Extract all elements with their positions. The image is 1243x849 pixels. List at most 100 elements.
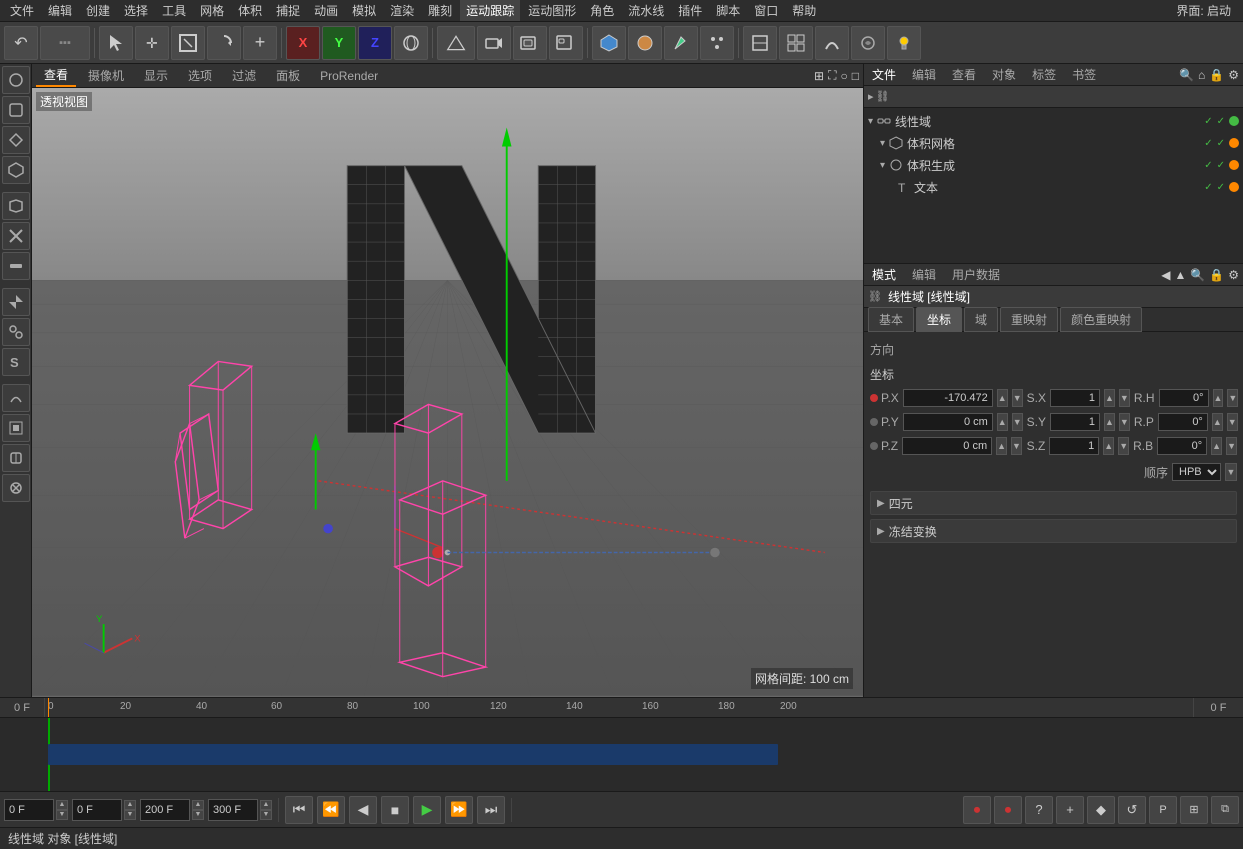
tl-add-key-btn[interactable]: + xyxy=(1056,796,1084,824)
menu-script[interactable]: 脚本 xyxy=(710,0,746,21)
tl-preview-down[interactable]: ▼ xyxy=(260,810,272,820)
z-axis-button[interactable]: Z xyxy=(358,26,392,60)
tl-goto-start[interactable]: ⏮ xyxy=(285,796,313,824)
render-button[interactable] xyxy=(513,26,547,60)
perspective-button[interactable] xyxy=(437,26,475,60)
left-icon-10[interactable]: S xyxy=(2,348,30,376)
tl-step-forward[interactable]: ⏩ xyxy=(445,796,473,824)
tl-end-down[interactable]: ▼ xyxy=(192,810,204,820)
tl-preview-up[interactable]: ▲ xyxy=(260,800,272,810)
props-mode-tab[interactable]: 模式 xyxy=(868,264,900,285)
material-button[interactable] xyxy=(628,26,662,60)
vp-icon-1[interactable]: ⊞ xyxy=(814,69,824,83)
menu-mesh[interactable]: 网格 xyxy=(194,0,230,21)
left-icon-3[interactable] xyxy=(2,126,30,154)
vp-tab-panel[interactable]: 面板 xyxy=(268,65,308,86)
props-search-icon[interactable]: 🔍 xyxy=(1190,268,1205,282)
tl-goto-end[interactable]: ⏭ xyxy=(477,796,505,824)
paint-button[interactable] xyxy=(664,26,698,60)
cube-button[interactable] xyxy=(592,26,626,60)
particle-button[interactable] xyxy=(700,26,734,60)
tl-loop-btn[interactable]: ↺ xyxy=(1118,796,1146,824)
vp-tab-view[interactable]: 查看 xyxy=(36,64,76,87)
obj-vis-2[interactable]: ✓ xyxy=(1217,116,1225,127)
tl-preview-input[interactable] xyxy=(208,799,258,821)
obj-vis-4[interactable]: ✓ xyxy=(1217,138,1225,149)
tl-expand-btn[interactable]: ⧉ xyxy=(1211,796,1239,824)
props-settings-icon[interactable]: ⚙ xyxy=(1228,268,1239,282)
order-arrow[interactable]: ▼ xyxy=(1225,463,1237,481)
transform-button[interactable]: + xyxy=(243,26,277,60)
om-home-icon[interactable]: ⌂ xyxy=(1198,68,1205,82)
om-tab-view[interactable]: 查看 xyxy=(948,64,980,85)
menu-select[interactable]: 选择 xyxy=(118,0,154,21)
field-button[interactable] xyxy=(743,26,777,60)
left-icon-13[interactable] xyxy=(2,444,30,472)
shader-button[interactable] xyxy=(851,26,885,60)
freezetransform-header[interactable]: ▶ 冻结变换 xyxy=(871,520,1236,542)
sz-up[interactable]: ▲ xyxy=(1103,437,1114,455)
vp-tab-camera[interactable]: 摄像机 xyxy=(80,65,132,86)
left-icon-14[interactable] xyxy=(2,474,30,502)
vp-tab-display[interactable]: 显示 xyxy=(136,65,176,86)
om-settings-icon[interactable]: ⚙ xyxy=(1228,68,1239,82)
props-up-icon[interactable]: ▲ xyxy=(1174,268,1186,282)
obj-vis-5[interactable]: ✓ xyxy=(1204,160,1212,171)
sz-input[interactable] xyxy=(1049,437,1099,455)
history-button[interactable]: ▪▪▪ xyxy=(40,26,90,60)
vp-icon-4[interactable]: □ xyxy=(852,69,859,83)
om-tab-tag[interactable]: 标签 xyxy=(1028,64,1060,85)
vp-tab-options[interactable]: 选项 xyxy=(180,65,220,86)
sx-up[interactable]: ▲ xyxy=(1104,389,1115,407)
vp-tab-prorender[interactable]: ProRender xyxy=(312,67,386,85)
undo-button[interactable]: ↶ xyxy=(4,26,38,60)
menu-file[interactable]: 文件 xyxy=(4,0,40,21)
ptab-coords[interactable]: 坐标 xyxy=(916,307,962,332)
tl-stop[interactable]: ■ xyxy=(381,796,409,824)
menu-render[interactable]: 渲染 xyxy=(384,0,420,21)
tl-range-bar[interactable] xyxy=(48,744,778,766)
ptab-domain[interactable]: 域 xyxy=(964,307,998,332)
tl-start-up[interactable]: ▲ xyxy=(56,800,68,810)
menu-create[interactable]: 创建 xyxy=(80,0,116,21)
move-tool-button[interactable]: ✛ xyxy=(135,26,169,60)
tl-current-down[interactable]: ▼ xyxy=(124,810,136,820)
props-back-icon[interactable]: ◀ xyxy=(1161,268,1170,282)
menu-volume[interactable]: 体积 xyxy=(232,0,268,21)
left-icon-8[interactable] xyxy=(2,288,30,316)
py-up[interactable]: ▲ xyxy=(997,413,1008,431)
pz-input[interactable] xyxy=(902,437,992,455)
obj-vis-1[interactable]: ✓ xyxy=(1204,116,1212,127)
props-lock-icon[interactable]: 🔒 xyxy=(1209,268,1224,282)
rb-input[interactable] xyxy=(1157,437,1207,455)
tl-grid-btn[interactable]: ⊞ xyxy=(1180,796,1208,824)
world-coord-button[interactable] xyxy=(394,26,428,60)
menu-sculpt[interactable]: 雕刻 xyxy=(422,0,458,21)
sy-input[interactable] xyxy=(1050,413,1100,431)
sz-down[interactable]: ▼ xyxy=(1118,437,1129,455)
deform-button[interactable] xyxy=(815,26,849,60)
obj-vis-8[interactable]: ✓ xyxy=(1217,182,1225,193)
rotate-tool-button[interactable] xyxy=(207,26,241,60)
tl-end-input[interactable] xyxy=(140,799,190,821)
menu-tools[interactable]: 工具 xyxy=(156,0,192,21)
tl-key-btn[interactable]: ◆ xyxy=(1087,796,1115,824)
left-icon-12[interactable] xyxy=(2,414,30,442)
menu-simulate[interactable]: 模拟 xyxy=(346,0,382,21)
rp-up[interactable]: ▲ xyxy=(1212,413,1223,431)
tl-p-btn[interactable]: P xyxy=(1149,796,1177,824)
py-input[interactable] xyxy=(903,413,993,431)
left-icon-11[interactable] xyxy=(2,384,30,412)
y-axis-button[interactable]: Y xyxy=(322,26,356,60)
props-userdata-tab[interactable]: 用户数据 xyxy=(948,264,1004,285)
left-icon-9[interactable] xyxy=(2,318,30,346)
om-tab-bookmark[interactable]: 书签 xyxy=(1068,64,1100,85)
tl-record-btn[interactable]: ⏺ xyxy=(963,796,991,824)
tl-step-back[interactable]: ⏪ xyxy=(317,796,345,824)
pz-up[interactable]: ▲ xyxy=(996,437,1007,455)
px-input[interactable] xyxy=(903,389,993,407)
menu-character[interactable]: 角色 xyxy=(584,0,620,21)
ptab-basic[interactable]: 基本 xyxy=(868,307,914,332)
sx-down[interactable]: ▼ xyxy=(1119,389,1130,407)
sy-up[interactable]: ▲ xyxy=(1104,413,1115,431)
